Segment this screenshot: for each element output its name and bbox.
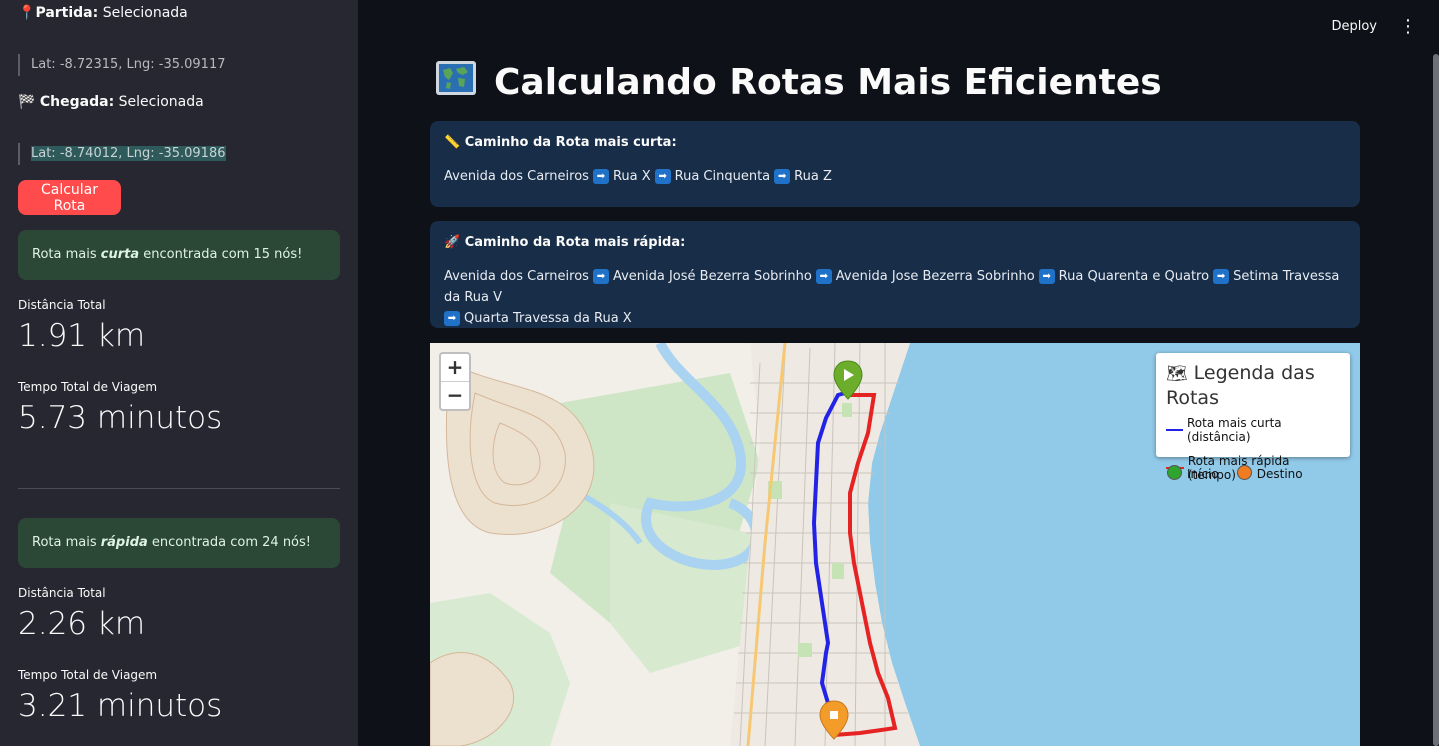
shortest-success-alert: Rota mais curta encontrada com 15 nós!	[18, 230, 340, 280]
right-arrow-icon: ➡	[774, 169, 791, 184]
scrollbar[interactable]	[1433, 54, 1439, 746]
calculate-route-button[interactable]: Calcular Rota	[18, 180, 121, 215]
legend-short: Rota mais curta (distância)	[1166, 416, 1340, 444]
world-map-icon	[434, 58, 478, 107]
zoom-control: + −	[439, 352, 471, 411]
shortest-distance-value: 1.91 km	[18, 318, 146, 354]
right-arrow-icon: ➡	[592, 269, 609, 284]
shortest-route-card: 📏 Caminho da Rota mais curta: Avenida do…	[430, 121, 1360, 207]
right-arrow-icon: ➡	[444, 311, 460, 326]
rocket-icon: 🚀	[444, 235, 461, 250]
start-status: 📍Partida: Selecionada	[18, 5, 188, 21]
sidebar-divider	[18, 488, 340, 489]
shortest-time-value: 5.73 minutos	[18, 400, 223, 436]
page-title: Calculando Rotas Mais Eficientes	[434, 58, 1162, 107]
shortest-route-title: 📏 Caminho da Rota mais curta:	[444, 135, 677, 150]
fastest-distance-label: Distância Total	[18, 586, 106, 600]
more-menu-icon[interactable]: ⋮	[1399, 16, 1417, 37]
legend-start: Início	[1167, 465, 1219, 481]
fastest-route-card: 🚀 Caminho da Rota mais rápida: Avenida d…	[430, 221, 1360, 328]
right-arrow-icon: ➡	[1213, 269, 1230, 284]
right-arrow-icon: ➡	[654, 169, 671, 184]
fastest-distance-value: 2.26 km	[18, 606, 146, 642]
world-map-icon: 🗺	[1166, 364, 1188, 384]
ruler-icon: 📏	[444, 135, 461, 150]
orange-dot-icon	[1236, 465, 1252, 480]
right-arrow-icon: ➡	[592, 169, 609, 184]
legend-end: Destino	[1236, 465, 1303, 481]
blue-line-swatch	[1166, 429, 1183, 431]
zoom-out-button[interactable]: −	[441, 381, 469, 409]
deploy-button[interactable]: Deploy	[1331, 19, 1377, 34]
right-arrow-icon: ➡	[815, 269, 832, 284]
top-bar: Deploy ⋮	[358, 0, 1439, 54]
green-dot-icon	[1167, 465, 1182, 480]
checkered-flag-icon: 🏁	[18, 94, 36, 110]
fastest-route-title: 🚀 Caminho da Rota mais rápida:	[444, 235, 686, 250]
end-coords: Lat: -8.74012, Lng: -35.09186	[18, 143, 226, 165]
legend-title: 🗺 Legenda das Rotas	[1166, 362, 1315, 409]
legend-markers: Início Destino	[1167, 465, 1303, 481]
shortest-distance-label: Distância Total	[18, 298, 106, 312]
fastest-time-label: Tempo Total de Viagem	[18, 668, 158, 682]
map-legend: 🗺 Legenda das Rotas Rota mais curta (dis…	[1156, 353, 1350, 482]
route-map[interactable]: + − 🗺 Legenda das Rotas Rota mais curta …	[430, 343, 1360, 746]
shortest-route-path: Avenida dos Carneiros ➡ Rua X ➡ Rua Cinquent…	[444, 169, 832, 184]
shortest-time-label: Tempo Total de Viagem	[18, 380, 158, 394]
end-status: 🏁 Chegada: Selecionada	[18, 94, 204, 110]
start-coords: Lat: -8.72315, Lng: -35.09117	[18, 54, 226, 76]
fastest-time-value: 3.21 minutos	[18, 688, 223, 724]
right-arrow-icon: ➡	[1038, 269, 1055, 284]
fastest-route-path: Avenida dos Carneiros ➡ Avenida José Bezer…	[444, 269, 1340, 326]
pin-icon: 📍	[18, 5, 36, 21]
fastest-success-alert: Rota mais rápida encontrada com 24 nós!	[18, 518, 340, 568]
zoom-in-button[interactable]: +	[441, 354, 469, 381]
sidebar: 📍Partida: Selecionada Lat: -8.72315, Lng…	[0, 0, 358, 746]
